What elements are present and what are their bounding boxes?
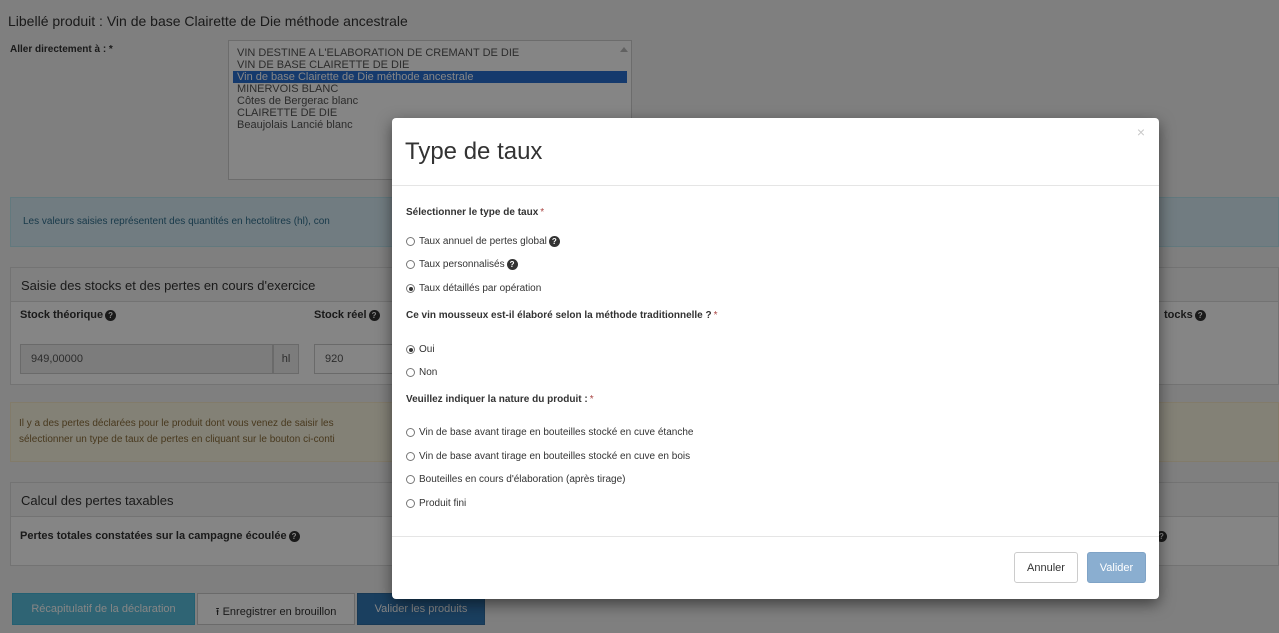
rate-type-question: Sélectionner le type de taux * bbox=[406, 207, 545, 218]
validate-button[interactable]: Valider bbox=[1087, 552, 1146, 583]
radio-yes[interactable]: Oui bbox=[406, 344, 435, 355]
close-icon[interactable]: × bbox=[1137, 124, 1145, 140]
method-question: Ce vin mousseux est-il élaboré selon la … bbox=[406, 310, 718, 321]
radio-nature-sealed-tank[interactable]: Vin de base avant tirage en bouteilles s… bbox=[406, 427, 693, 438]
radio-nature-bottles[interactable]: Bouteilles en cours d'élaboration (après… bbox=[406, 474, 625, 485]
radio-circle[interactable] bbox=[406, 428, 415, 437]
radio-custom-rate[interactable]: Taux personnalisés ? bbox=[406, 259, 518, 270]
radio-nature-finished[interactable]: Produit fini bbox=[406, 498, 466, 509]
modal-header: Type de taux × bbox=[392, 118, 1159, 186]
radio-circle[interactable] bbox=[406, 452, 415, 461]
required-mark: * bbox=[713, 310, 718, 321]
radio-no[interactable]: Non bbox=[406, 367, 437, 378]
rate-type-modal: Type de taux × Sélectionner le type de t… bbox=[392, 118, 1159, 599]
radio-global-rate[interactable]: Taux annuel de pertes global ? bbox=[406, 236, 560, 247]
radio-circle[interactable] bbox=[406, 260, 415, 269]
cancel-button[interactable]: Annuler bbox=[1014, 552, 1078, 583]
required-mark: * bbox=[540, 207, 545, 218]
radio-circle-checked[interactable] bbox=[406, 345, 415, 354]
radio-circle[interactable] bbox=[406, 368, 415, 377]
required-mark: * bbox=[589, 394, 594, 405]
radio-circle[interactable] bbox=[406, 499, 415, 508]
radio-circle[interactable] bbox=[406, 475, 415, 484]
radio-detailed-rate[interactable]: Taux détaillés par opération bbox=[406, 283, 541, 294]
radio-circle[interactable] bbox=[406, 237, 415, 246]
modal-title: Type de taux bbox=[405, 138, 543, 165]
product-nature-question: Veuillez indiquer la nature du produit :… bbox=[406, 394, 594, 405]
question-icon[interactable]: ? bbox=[548, 236, 560, 247]
question-icon[interactable]: ? bbox=[506, 259, 518, 270]
radio-nature-wood-tank[interactable]: Vin de base avant tirage en bouteilles s… bbox=[406, 451, 690, 462]
radio-circle-checked[interactable] bbox=[406, 284, 415, 293]
